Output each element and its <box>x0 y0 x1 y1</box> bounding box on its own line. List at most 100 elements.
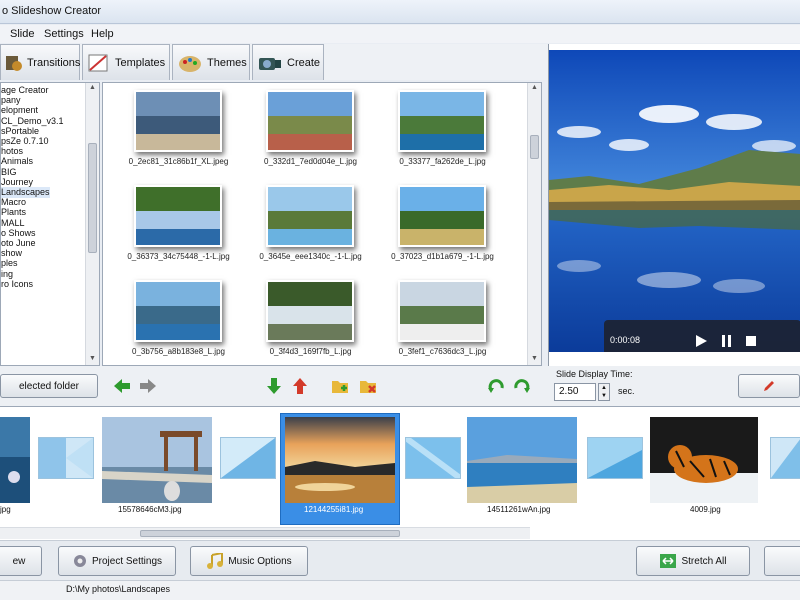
music-icon <box>207 553 224 569</box>
storyboard-slide-selected[interactable] <box>285 417 395 503</box>
project-settings-label: Project Settings <box>91 555 163 567</box>
slide-filename: 15578646cM3.jpg <box>118 505 182 514</box>
thumbnail-item[interactable]: 0_3fef1_c7636dc3_L.jpg <box>375 275 505 370</box>
thumbnail-item[interactable]: 0_3f4d3_169f7fb_L.jpg <box>243 275 373 370</box>
folder-scroll-thumb[interactable] <box>88 143 97 253</box>
project-settings-button[interactable]: Project Settings <box>58 546 176 576</box>
preview-image: 0:00:08 <box>549 50 800 352</box>
tab-templates[interactable]: Templates <box>82 44 170 80</box>
scroll-down-icon[interactable]: ▼ <box>89 355 96 362</box>
move-down-icon[interactable] <box>264 376 284 396</box>
templates-icon <box>88 54 108 71</box>
menu-slide[interactable]: Slide <box>10 28 34 40</box>
tab-transitions[interactable]: Transitions <box>0 44 80 80</box>
transition-thumb[interactable] <box>220 437 276 479</box>
slide-filename: jpg <box>0 505 11 514</box>
selected-folder-button[interactable]: elected folder <box>0 374 98 398</box>
scroll-up-icon[interactable]: ▲ <box>531 84 538 91</box>
menu-settings[interactable]: Settings <box>44 28 84 40</box>
folder-tree-scrollbar[interactable]: ▲ ▼ <box>85 83 99 365</box>
storyboard-slide[interactable] <box>0 417 30 503</box>
thumbnail-item[interactable]: 0_3b756_a8b183e8_L.jpg <box>111 275 241 370</box>
thumbnail-image <box>134 90 222 152</box>
move-left-icon[interactable] <box>112 376 132 396</box>
preview-button[interactable]: ew <box>0 546 42 576</box>
menu-help[interactable]: Help <box>91 28 114 40</box>
controls-row: elected folder Slide Display Time: 2.50 … <box>0 366 800 406</box>
thumbnail-item[interactable]: 0_33377_fa262de_L.jpg <box>375 85 505 180</box>
stretch-all-label: Stretch All <box>681 555 727 567</box>
create-icon <box>259 57 281 70</box>
storyboard: jpg 15578646cM3.jpg 12144255i81.jpg 1451… <box>0 406 800 540</box>
title-bar: o Slideshow Creator <box>0 0 800 24</box>
transitions-icon <box>6 55 22 71</box>
transition-thumb[interactable] <box>38 437 94 479</box>
transition-thumb[interactable] <box>770 437 800 479</box>
thumbnail-caption: 0_33377_fa262de_L.jpg <box>399 157 486 166</box>
storyboard-slide[interactable] <box>102 417 212 503</box>
play-icon[interactable] <box>694 334 708 348</box>
thumbnail-caption: 0_2ec81_31c86b1f_XL.jpeg <box>128 157 229 166</box>
transition-thumb[interactable] <box>587 437 643 479</box>
thumbnail-item[interactable]: 0_37023_d1b1a679_-1-L.jpg <box>375 180 505 275</box>
scroll-down-icon[interactable]: ▼ <box>531 355 538 362</box>
music-options-label: Music Options <box>228 555 292 567</box>
status-path: D:\My photos\Landscapes <box>66 584 171 594</box>
edit-icon <box>764 381 774 391</box>
folder-tree[interactable]: age Creator pany elopment CL_Demo_v3.1 sPort… <box>0 82 100 366</box>
add-folder-icon[interactable] <box>330 376 350 396</box>
grid-scroll-thumb[interactable] <box>530 135 539 159</box>
edit-slide-button[interactable] <box>738 374 800 398</box>
music-options-button[interactable]: Music Options <box>190 546 308 576</box>
slide-filename: 14511261wAn.jpg <box>487 505 551 514</box>
themes-icon <box>179 55 201 72</box>
thumbnail-item[interactable]: 0_2ec81_31c86b1f_XL.jpeg <box>111 85 241 180</box>
move-up-icon[interactable] <box>290 376 310 396</box>
menu-bar: Slide Settings Help <box>0 25 800 43</box>
project-settings-icon <box>73 555 86 567</box>
rotate-left-icon[interactable] <box>486 376 506 396</box>
thumbnail-grid[interactable]: ▲ ▼ 0_2ec81_31c86b1f_XL.jpeg 0_332d1_7ed0… <box>102 82 542 366</box>
thumbnail-item[interactable]: 0_332d1_7ed0d04e_L.jpg <box>243 85 373 180</box>
slide-filename: 4009.jpg <box>690 505 721 514</box>
storyboard-slide[interactable] <box>650 417 758 503</box>
selected-folder-label: elected folder <box>18 380 80 392</box>
stretch-icon <box>660 554 677 568</box>
slide-filename: 12144255i81.jpg <box>304 505 364 514</box>
thumbnail-item[interactable]: 0_36373_34c75448_-1-L.jpg <box>111 180 241 275</box>
storyboard-scrollbar[interactable] <box>0 527 530 539</box>
thumbnail-caption: 0_3fef1_c7636dc3_L.jpg <box>398 347 487 356</box>
move-right-icon[interactable] <box>138 376 158 396</box>
thumbnail-image <box>398 280 486 342</box>
extra-button[interactable] <box>764 546 800 576</box>
storyboard-scroll-thumb[interactable] <box>140 530 400 537</box>
thumbnail-item[interactable]: 0_3645e_eee1340c_-1-L.jpg <box>243 180 373 275</box>
main-tabs: Transitions Templates Themes Create <box>0 44 548 80</box>
slide-display-label: Slide Display Time: <box>556 369 633 379</box>
tab-label: Themes <box>207 56 247 69</box>
pause-icon[interactable] <box>720 334 734 348</box>
thumbnail-image <box>398 90 486 152</box>
thumbnail-caption: 0_3b756_a8b183e8_L.jpg <box>132 347 225 356</box>
storyboard-slide[interactable] <box>467 417 577 503</box>
rotate-right-icon[interactable] <box>512 376 532 396</box>
window-title: o Slideshow Creator <box>2 5 102 17</box>
thumbnail-image <box>266 90 354 152</box>
slide-display-spinner[interactable]: ▲ ▼ <box>598 383 610 401</box>
stretch-all-button[interactable]: Stretch All <box>636 546 750 576</box>
thumbnail-caption: 0_332d1_7ed0d04e_L.jpg <box>264 157 357 166</box>
remove-folder-icon[interactable] <box>358 376 378 396</box>
thumbnail-caption: 0_3f4d3_169f7fb_L.jpg <box>269 347 352 356</box>
tab-create[interactable]: Create <box>252 44 324 80</box>
thumbnail-image <box>266 280 354 342</box>
tab-themes[interactable]: Themes <box>172 44 250 80</box>
grid-scrollbar[interactable]: ▲ ▼ <box>527 83 541 365</box>
folder-tree-item[interactable]: ro Icons <box>1 279 33 290</box>
media-player-bar: 0:00:08 <box>604 320 800 352</box>
bottom-toolbar: ew Project Settings Music Options Stretc… <box>0 540 800 580</box>
slide-display-input[interactable]: 2.50 <box>554 383 596 401</box>
scroll-up-icon[interactable]: ▲ <box>89 84 96 91</box>
stop-icon[interactable] <box>744 334 758 348</box>
transition-thumb[interactable] <box>404 435 462 481</box>
thumbnail-caption: 0_37023_d1b1a679_-1-L.jpg <box>391 252 494 261</box>
